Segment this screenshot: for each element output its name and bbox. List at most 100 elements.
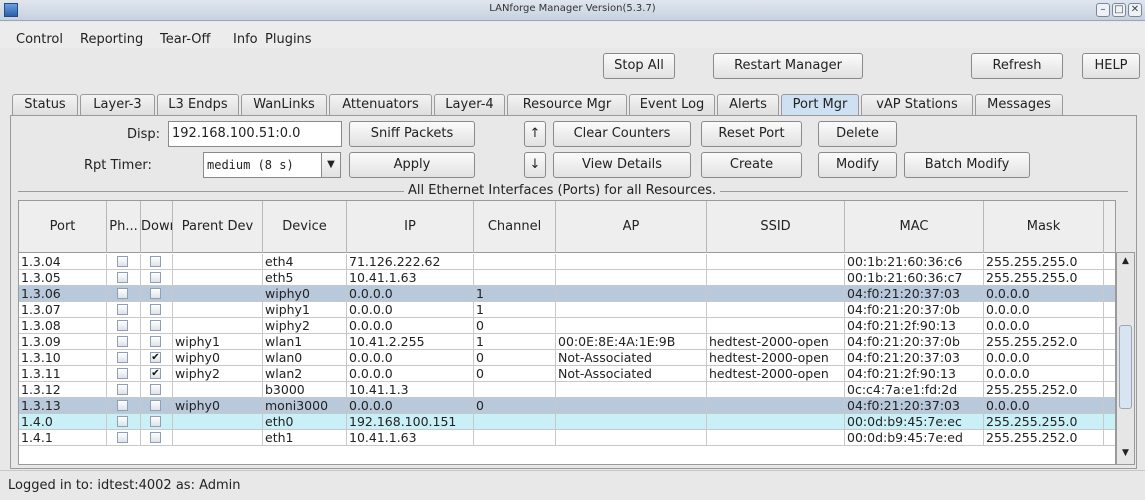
table-row[interactable]: 1.3.05 eth5 10.41.1.63 00:1b:21:60:36:c7 255… [19,270,1115,286]
menu-plugins[interactable]: Plugins [265,32,312,47]
maximize-icon[interactable]: □ [1112,3,1126,17]
phantom-checkbox[interactable] [117,368,128,379]
menu-reporting[interactable]: Reporting [80,32,143,47]
sniff-packets-button[interactable]: Sniff Packets [349,121,475,147]
down-checkbox[interactable] [150,432,161,443]
tab-l3-endps[interactable]: L3 Endps [157,94,239,115]
cell-ip: 0.0.0.0 [347,318,474,334]
stop-all-button[interactable]: Stop All [603,53,675,79]
tab-event-log[interactable]: Event Log [629,94,715,115]
col-parent-dev[interactable]: Parent Dev [173,201,263,253]
table-row[interactable]: 1.3.06 wiphy0 0.0.0.0 1 04:f0:21:20:37:03 0.0… [19,286,1115,302]
move-up-button[interactable]: ↑ [524,121,546,147]
rpt-timer-select[interactable]: medium (8 s) [203,152,323,178]
phantom-checkbox[interactable] [117,320,128,331]
close-icon[interactable]: ✕ [1128,3,1142,17]
down-checkbox[interactable] [150,304,161,315]
tab-alerts[interactable]: Alerts [717,94,779,115]
table-row[interactable]: 1.3.08 wiphy2 0.0.0.0 0 04:f0:21:2f:90:13 0.0… [19,318,1115,334]
reset-port-button[interactable]: Reset Port [701,121,802,147]
table-row[interactable]: 1.3.09 wiphy1 wlan1 10.41.2.255 1 00:0E:8E:4A… [19,334,1115,350]
tab-port-mgr[interactable]: Port Mgr [781,94,859,116]
table-row[interactable]: 1.3.10 ✔ wiphy0 wlan0 0.0.0.0 0 Not-Associated… [19,350,1115,366]
tab-wanlinks[interactable]: WanLinks [241,94,327,115]
clear-counters-button[interactable]: Clear Counters [553,121,691,147]
phantom-checkbox[interactable] [117,336,128,347]
menu-control[interactable]: Control [16,32,63,47]
phantom-checkbox[interactable] [117,304,128,315]
restart-manager-button[interactable]: Restart Manager [713,53,863,79]
col-port[interactable]: Port [19,201,107,253]
menu-tear-off[interactable]: Tear-Off [160,32,210,47]
title-bar: LANforge Manager Version(5.3.7) – □ ✕ [0,0,1145,21]
cell-ap [556,286,707,302]
cell-ssid: hedtest-2000-open [707,350,845,366]
tab-status[interactable]: Status [12,94,78,115]
tab-messages[interactable]: Messages [975,94,1063,115]
phantom-checkbox[interactable] [117,416,128,427]
delete-button[interactable]: Delete [818,121,897,147]
phantom-checkbox[interactable] [117,288,128,299]
col-mac[interactable]: MAC [845,201,984,253]
table-row[interactable]: 1.3.11 ✔ wiphy2 wlan2 0.0.0.0 0 Not-Associated… [19,366,1115,382]
col-device[interactable]: Device [263,201,347,253]
table-row[interactable]: 1.4.0 eth0 192.168.100.151 00:0d:b9:45:7e:e… [19,414,1115,430]
refresh-button[interactable]: Refresh [971,53,1063,79]
col-down[interactable]: Down [141,201,173,253]
col-ssid[interactable]: SSID [707,201,845,253]
scroll-thumb[interactable] [1119,325,1132,409]
col-phantom[interactable]: Ph... [107,201,141,253]
cell-mask: 0.0.0.0 [984,398,1104,414]
down-checkbox[interactable] [150,272,161,283]
col-channel[interactable]: Channel [474,201,556,253]
phantom-checkbox[interactable] [117,400,128,411]
phantom-checkbox[interactable] [117,432,128,443]
cell-mac: 04:f0:21:20:37:03 [845,350,984,366]
move-down-button[interactable]: ↓ [524,152,546,178]
down-checkbox[interactable] [150,384,161,395]
down-checkbox[interactable]: ✔ [150,352,161,363]
tab-resource-mgr[interactable]: Resource Mgr [507,94,627,115]
menu-info[interactable]: Info [233,32,258,47]
cell-device: b3000 [263,382,347,398]
disp-field[interactable]: 192.168.100.51:0.0 [168,121,342,147]
down-checkbox[interactable] [150,400,161,411]
table-row[interactable]: 1.3.04 eth4 71.126.222.62 00:1b:21:60:36:c6… [19,254,1115,270]
minimize-icon[interactable]: – [1096,3,1110,17]
table-row[interactable]: 1.4.1 eth1 10.41.1.63 00:0d:b9:45:7e:ed 255.… [19,430,1115,446]
down-checkbox[interactable]: ✔ [150,368,161,379]
down-checkbox[interactable] [150,256,161,267]
create-button[interactable]: Create [701,152,802,178]
scroll-down-icon[interactable]: ▼ [1119,448,1132,460]
tab-vap-stations[interactable]: vAP Stations [861,94,973,115]
col-ap[interactable]: AP [556,201,707,253]
down-checkbox[interactable] [150,336,161,347]
phantom-checkbox[interactable] [117,256,128,267]
dropdown-arrow-icon[interactable]: ▼ [321,152,341,178]
down-checkbox[interactable] [150,320,161,331]
phantom-checkbox[interactable] [117,352,128,363]
apply-button[interactable]: Apply [349,152,475,178]
col-mask[interactable]: Mask [984,201,1104,253]
tab-attenuators[interactable]: Attenuators [329,94,432,115]
cell-ap [556,270,707,286]
view-details-button[interactable]: View Details [553,152,691,178]
scroll-up-icon[interactable]: ▲ [1119,256,1132,268]
cell-port: 1.3.04 [19,254,107,270]
down-checkbox[interactable] [150,416,161,427]
col-ip[interactable]: IP [347,201,474,253]
modify-button[interactable]: Modify [818,152,897,178]
cell-device: eth1 [263,430,347,446]
phantom-checkbox[interactable] [117,384,128,395]
phantom-checkbox[interactable] [117,272,128,283]
help-button[interactable]: HELP [1082,53,1140,79]
down-checkbox[interactable] [150,288,161,299]
table-row[interactable]: 1.3.13 wiphy0 moni3000 0.0.0.0 0 04:f0:21:20:… [19,398,1115,414]
table-row[interactable]: 1.3.12 b3000 10.41.1.3 0c:c4:7a:e1:fd:2d 255… [19,382,1115,398]
tab-layer-3[interactable]: Layer-3 [80,94,155,115]
batch-modify-button[interactable]: Batch Modify [904,152,1030,178]
tab-layer-4[interactable]: Layer-4 [434,94,505,115]
cell-ap: Not-Associated [556,366,707,382]
vertical-scrollbar[interactable]: ▲ ▼ [1116,252,1135,465]
table-row[interactable]: 1.3.07 wiphy1 0.0.0.0 1 04:f0:21:20:37:0b 0.0… [19,302,1115,318]
